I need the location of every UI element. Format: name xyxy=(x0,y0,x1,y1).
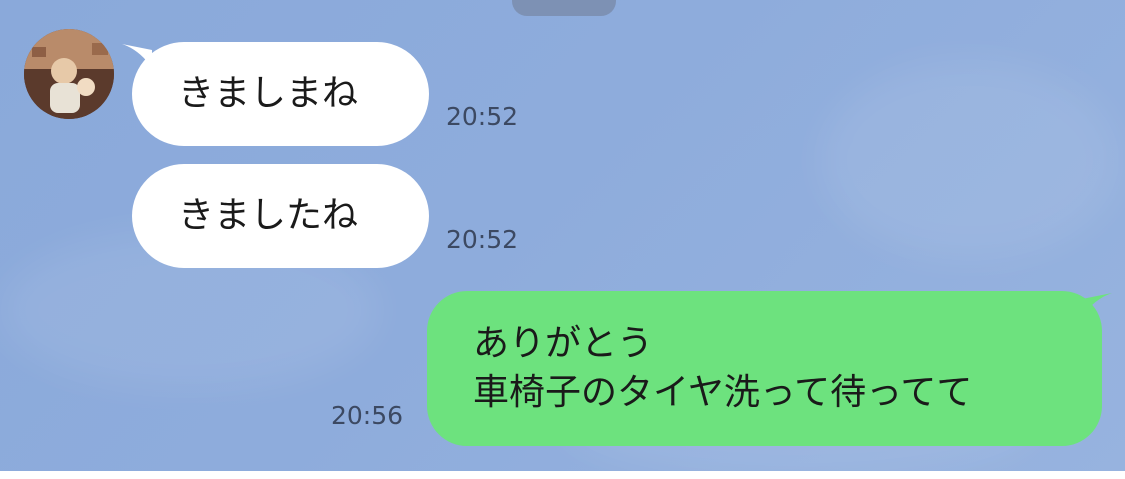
avatar[interactable] xyxy=(24,29,114,119)
chat-area: きましまね 20:52 きましたね 20:52 20:56 ありがとう 車椅子の… xyxy=(0,0,1125,471)
bottom-strip xyxy=(0,471,1125,479)
outgoing-bubble-tail xyxy=(1082,293,1112,317)
incoming-message-bubble[interactable]: きましたね xyxy=(132,164,429,268)
date-separator-pill xyxy=(512,0,616,16)
message-timestamp: 20:52 xyxy=(446,102,519,131)
outgoing-message-bubble[interactable]: ありがとう 車椅子のタイヤ洗って待ってて xyxy=(427,291,1102,446)
message-text-line: ありがとう xyxy=(473,322,654,364)
message-timestamp: 20:56 xyxy=(331,401,404,430)
message-text-line: 車椅子のタイヤ洗って待ってて xyxy=(473,371,973,413)
message-text: きましたね xyxy=(178,194,359,236)
incoming-message-bubble[interactable]: きましまね xyxy=(132,42,429,146)
message-timestamp: 20:52 xyxy=(446,225,519,254)
background-cloud xyxy=(820,60,1120,260)
message-text: きましまね xyxy=(178,72,359,114)
avatar-photo xyxy=(24,29,114,119)
